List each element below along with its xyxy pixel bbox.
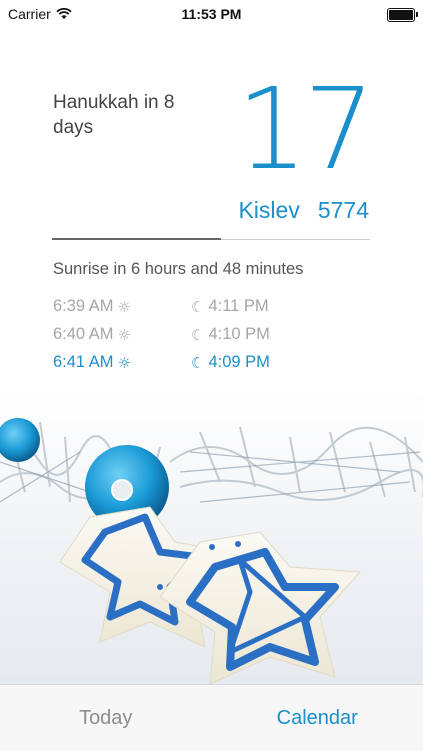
- tab-bar: Today Calendar: [0, 684, 423, 751]
- time-row-today: 6:41 AM ☼ ☾ 4:09 PM: [53, 353, 383, 381]
- sunrise-time-label: 6:41 AM: [53, 353, 114, 372]
- status-bar: Carrier 11:53 PM: [0, 0, 423, 28]
- holiday-countdown: Hanukkah in 8 days: [53, 90, 213, 140]
- sunset-time: ☾ 4:10 PM: [191, 325, 270, 344]
- sunset-time-label: 4:11 PM: [208, 297, 268, 316]
- moon-icon: ☾: [191, 298, 204, 316]
- time-row: 6:40 AM ☼ ☾ 4:10 PM: [53, 325, 383, 353]
- moon-icon: ☾: [191, 354, 204, 372]
- sunrise-time-label: 6:40 AM: [53, 325, 114, 344]
- sunrise-countdown: Sunrise in 6 hours and 48 minutes: [53, 260, 303, 279]
- month-progress-fill: [52, 238, 221, 240]
- sunset-time: ☾ 4:11 PM: [191, 297, 269, 316]
- sun-icon: ☼: [118, 354, 131, 372]
- sunset-time: ☾ 4:09 PM: [191, 353, 270, 372]
- time-row: 6:39 AM ☼ ☾ 4:11 PM: [53, 297, 383, 325]
- status-time: 11:53 PM: [0, 6, 423, 22]
- hanukkah-cookies-photo: [0, 392, 423, 684]
- hebrew-month-year: Kislev 5774: [238, 197, 369, 224]
- tab-calendar[interactable]: Calendar: [212, 685, 423, 751]
- hebrew-day-number: 17: [236, 74, 371, 186]
- moon-icon: ☾: [191, 326, 204, 344]
- hebrew-year: 5774: [318, 197, 369, 224]
- battery-icon: [387, 8, 415, 22]
- sunset-time-label: 4:10 PM: [208, 325, 269, 344]
- hebrew-month: Kislev: [238, 197, 299, 224]
- zmanim-list: 6:39 AM ☼ ☾ 4:11 PM 6:40 AM ☼ ☾ 4:10 PM …: [53, 297, 383, 381]
- tab-today[interactable]: Today: [0, 685, 212, 751]
- sun-icon: ☼: [118, 298, 131, 316]
- sun-icon: ☼: [118, 326, 131, 344]
- sunset-time-label: 4:09 PM: [208, 353, 269, 372]
- month-progress-bar: [52, 239, 370, 240]
- sunrise-time-label: 6:39 AM: [53, 297, 114, 316]
- sunrise-time: 6:41 AM ☼: [53, 353, 131, 372]
- sunrise-time: 6:40 AM ☼: [53, 325, 131, 344]
- sunrise-time: 6:39 AM ☼: [53, 297, 131, 316]
